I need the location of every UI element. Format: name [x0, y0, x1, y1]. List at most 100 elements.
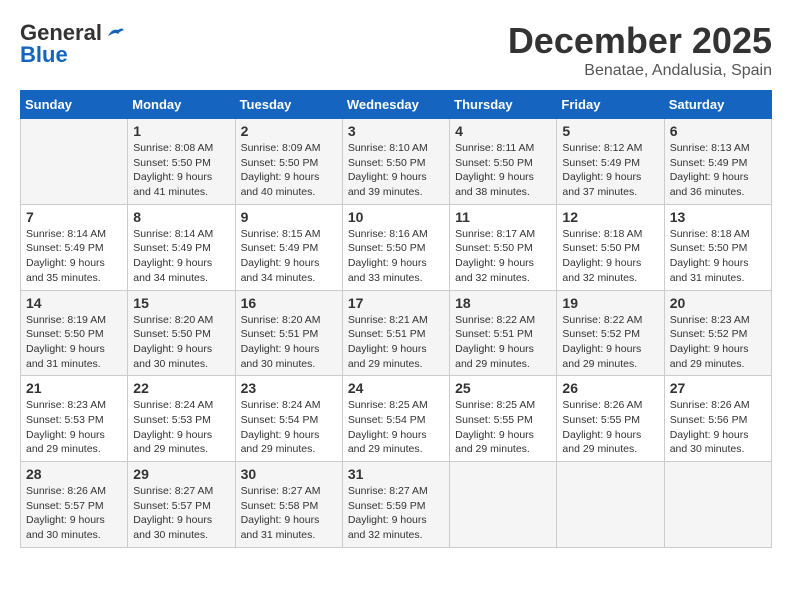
day-info: Sunrise: 8:26 AM Sunset: 5:56 PM Dayligh… [670, 398, 766, 457]
day-info: Sunrise: 8:26 AM Sunset: 5:55 PM Dayligh… [562, 398, 658, 457]
calendar-header: SundayMondayTuesdayWednesdayThursdayFrid… [21, 91, 772, 119]
page-header: General Blue December 2025 Benatae, Anda… [20, 20, 772, 80]
day-info: Sunrise: 8:23 AM Sunset: 5:53 PM Dayligh… [26, 398, 122, 457]
day-number: 8 [133, 209, 229, 225]
day-number: 9 [241, 209, 337, 225]
calendar-cell: 20Sunrise: 8:23 AM Sunset: 5:52 PM Dayli… [664, 290, 771, 376]
header-day-sunday: Sunday [21, 91, 128, 119]
day-number: 6 [670, 123, 766, 139]
month-title: December 2025 [508, 20, 772, 62]
calendar-cell: 2Sunrise: 8:09 AM Sunset: 5:50 PM Daylig… [235, 119, 342, 205]
calendar-cell: 16Sunrise: 8:20 AM Sunset: 5:51 PM Dayli… [235, 290, 342, 376]
day-number: 11 [455, 209, 551, 225]
calendar-cell: 6 Sunrise: 8:13 AM Sunset: 5:49 PM Daylig… [664, 119, 771, 205]
calendar-cell: 11Sunrise: 8:17 AM Sunset: 5:50 PM Dayli… [450, 204, 557, 290]
header-day-monday: Monday [128, 91, 235, 119]
calendar-cell: 12 Sunrise: 8:18 AM Sunset: 5:50 PM Dayli… [557, 204, 664, 290]
day-number: 21 [26, 380, 122, 396]
day-info: Sunrise: 8:20 AM Sunset: 5:51 PM Dayligh… [241, 313, 337, 372]
calendar-cell: 26 Sunrise: 8:26 AM Sunset: 5:55 PM Dayli… [557, 376, 664, 462]
day-number: 10 [348, 209, 444, 225]
calendar-cell [664, 462, 771, 548]
day-info: Sunrise: 8:24 AM Sunset: 5:53 PM Dayligh… [133, 398, 229, 457]
week-row-2: 7Sunrise: 8:14 AM Sunset: 5:49 PM Daylig… [21, 204, 772, 290]
header-day-friday: Friday [557, 91, 664, 119]
day-number: 28 [26, 466, 122, 482]
calendar-cell: 8 Sunrise: 8:14 AM Sunset: 5:49 PM Daylig… [128, 204, 235, 290]
day-number: 17 [348, 295, 444, 311]
day-number: 1 [133, 123, 229, 139]
day-number: 13 [670, 209, 766, 225]
day-info: Sunrise: 8:27 AM Sunset: 5:58 PM Dayligh… [241, 484, 337, 543]
day-info: Sunrise: 8:08 AM Sunset: 5:50 PM Dayligh… [133, 141, 229, 200]
day-number: 20 [670, 295, 766, 311]
calendar-cell: 31 Sunrise: 8:27 AM Sunset: 5:59 PM Dayli… [342, 462, 449, 548]
calendar-cell: 15 Sunrise: 8:20 AM Sunset: 5:50 PM Dayli… [128, 290, 235, 376]
calendar-body: 1 Sunrise: 8:08 AM Sunset: 5:50 PM Daylig… [21, 119, 772, 548]
day-info: Sunrise: 8:20 AM Sunset: 5:50 PM Dayligh… [133, 313, 229, 372]
day-info: Sunrise: 8:18 AM Sunset: 5:50 PM Dayligh… [562, 227, 658, 286]
day-info: Sunrise: 8:18 AM Sunset: 5:50 PM Dayligh… [670, 227, 766, 286]
day-info: Sunrise: 8:26 AM Sunset: 5:57 PM Dayligh… [26, 484, 122, 543]
day-info: Sunrise: 8:24 AM Sunset: 5:54 PM Dayligh… [241, 398, 337, 457]
calendar-cell [450, 462, 557, 548]
day-number: 18 [455, 295, 551, 311]
calendar-cell [557, 462, 664, 548]
day-info: Sunrise: 8:10 AM Sunset: 5:50 PM Dayligh… [348, 141, 444, 200]
calendar-cell: 24Sunrise: 8:25 AM Sunset: 5:54 PM Dayli… [342, 376, 449, 462]
day-info: Sunrise: 8:15 AM Sunset: 5:49 PM Dayligh… [241, 227, 337, 286]
day-number: 24 [348, 380, 444, 396]
day-number: 23 [241, 380, 337, 396]
calendar-cell: 4 Sunrise: 8:11 AM Sunset: 5:50 PM Daylig… [450, 119, 557, 205]
day-info: Sunrise: 8:14 AM Sunset: 5:49 PM Dayligh… [133, 227, 229, 286]
day-number: 29 [133, 466, 229, 482]
week-row-3: 14Sunrise: 8:19 AM Sunset: 5:50 PM Dayli… [21, 290, 772, 376]
title-section: December 2025 Benatae, Andalusia, Spain [508, 20, 772, 80]
header-day-thursday: Thursday [450, 91, 557, 119]
day-number: 26 [562, 380, 658, 396]
day-info: Sunrise: 8:21 AM Sunset: 5:51 PM Dayligh… [348, 313, 444, 372]
header-day-wednesday: Wednesday [342, 91, 449, 119]
calendar-cell: 10 Sunrise: 8:16 AM Sunset: 5:50 PM Dayli… [342, 204, 449, 290]
logo: General Blue [20, 20, 126, 68]
day-info: Sunrise: 8:22 AM Sunset: 5:51 PM Dayligh… [455, 313, 551, 372]
day-number: 3 [348, 123, 444, 139]
calendar-table: SundayMondayTuesdayWednesdayThursdayFrid… [20, 90, 772, 548]
calendar-cell: 7Sunrise: 8:14 AM Sunset: 5:49 PM Daylig… [21, 204, 128, 290]
day-number: 22 [133, 380, 229, 396]
calendar-cell: 22 Sunrise: 8:24 AM Sunset: 5:53 PM Dayli… [128, 376, 235, 462]
week-row-1: 1 Sunrise: 8:08 AM Sunset: 5:50 PM Daylig… [21, 119, 772, 205]
day-number: 4 [455, 123, 551, 139]
calendar-cell: 17 Sunrise: 8:21 AM Sunset: 5:51 PM Dayli… [342, 290, 449, 376]
day-info: Sunrise: 8:16 AM Sunset: 5:50 PM Dayligh… [348, 227, 444, 286]
day-number: 14 [26, 295, 122, 311]
calendar-cell: 27 Sunrise: 8:26 AM Sunset: 5:56 PM Dayli… [664, 376, 771, 462]
location: Benatae, Andalusia, Spain [508, 62, 772, 80]
calendar-cell: 5 Sunrise: 8:12 AM Sunset: 5:49 PM Daylig… [557, 119, 664, 205]
logo-bird-icon [104, 22, 126, 44]
day-number: 31 [348, 466, 444, 482]
day-info: Sunrise: 8:14 AM Sunset: 5:49 PM Dayligh… [26, 227, 122, 286]
day-number: 25 [455, 380, 551, 396]
day-number: 5 [562, 123, 658, 139]
header-day-saturday: Saturday [664, 91, 771, 119]
day-number: 12 [562, 209, 658, 225]
calendar-cell: 28 Sunrise: 8:26 AM Sunset: 5:57 PM Dayli… [21, 462, 128, 548]
day-number: 27 [670, 380, 766, 396]
day-info: Sunrise: 8:22 AM Sunset: 5:52 PM Dayligh… [562, 313, 658, 372]
calendar-cell: 29Sunrise: 8:27 AM Sunset: 5:57 PM Dayli… [128, 462, 235, 548]
day-info: Sunrise: 8:25 AM Sunset: 5:55 PM Dayligh… [455, 398, 551, 457]
calendar-cell: 14Sunrise: 8:19 AM Sunset: 5:50 PM Dayli… [21, 290, 128, 376]
day-info: Sunrise: 8:27 AM Sunset: 5:59 PM Dayligh… [348, 484, 444, 543]
day-number: 15 [133, 295, 229, 311]
calendar-cell: 23 Sunrise: 8:24 AM Sunset: 5:54 PM Dayli… [235, 376, 342, 462]
day-info: Sunrise: 8:11 AM Sunset: 5:50 PM Dayligh… [455, 141, 551, 200]
calendar-cell [21, 119, 128, 205]
header-day-tuesday: Tuesday [235, 91, 342, 119]
calendar-cell: 9 Sunrise: 8:15 AM Sunset: 5:49 PM Daylig… [235, 204, 342, 290]
calendar-cell: 18 Sunrise: 8:22 AM Sunset: 5:51 PM Dayli… [450, 290, 557, 376]
day-info: Sunrise: 8:12 AM Sunset: 5:49 PM Dayligh… [562, 141, 658, 200]
day-info: Sunrise: 8:13 AM Sunset: 5:49 PM Dayligh… [670, 141, 766, 200]
day-number: 30 [241, 466, 337, 482]
day-number: 2 [241, 123, 337, 139]
